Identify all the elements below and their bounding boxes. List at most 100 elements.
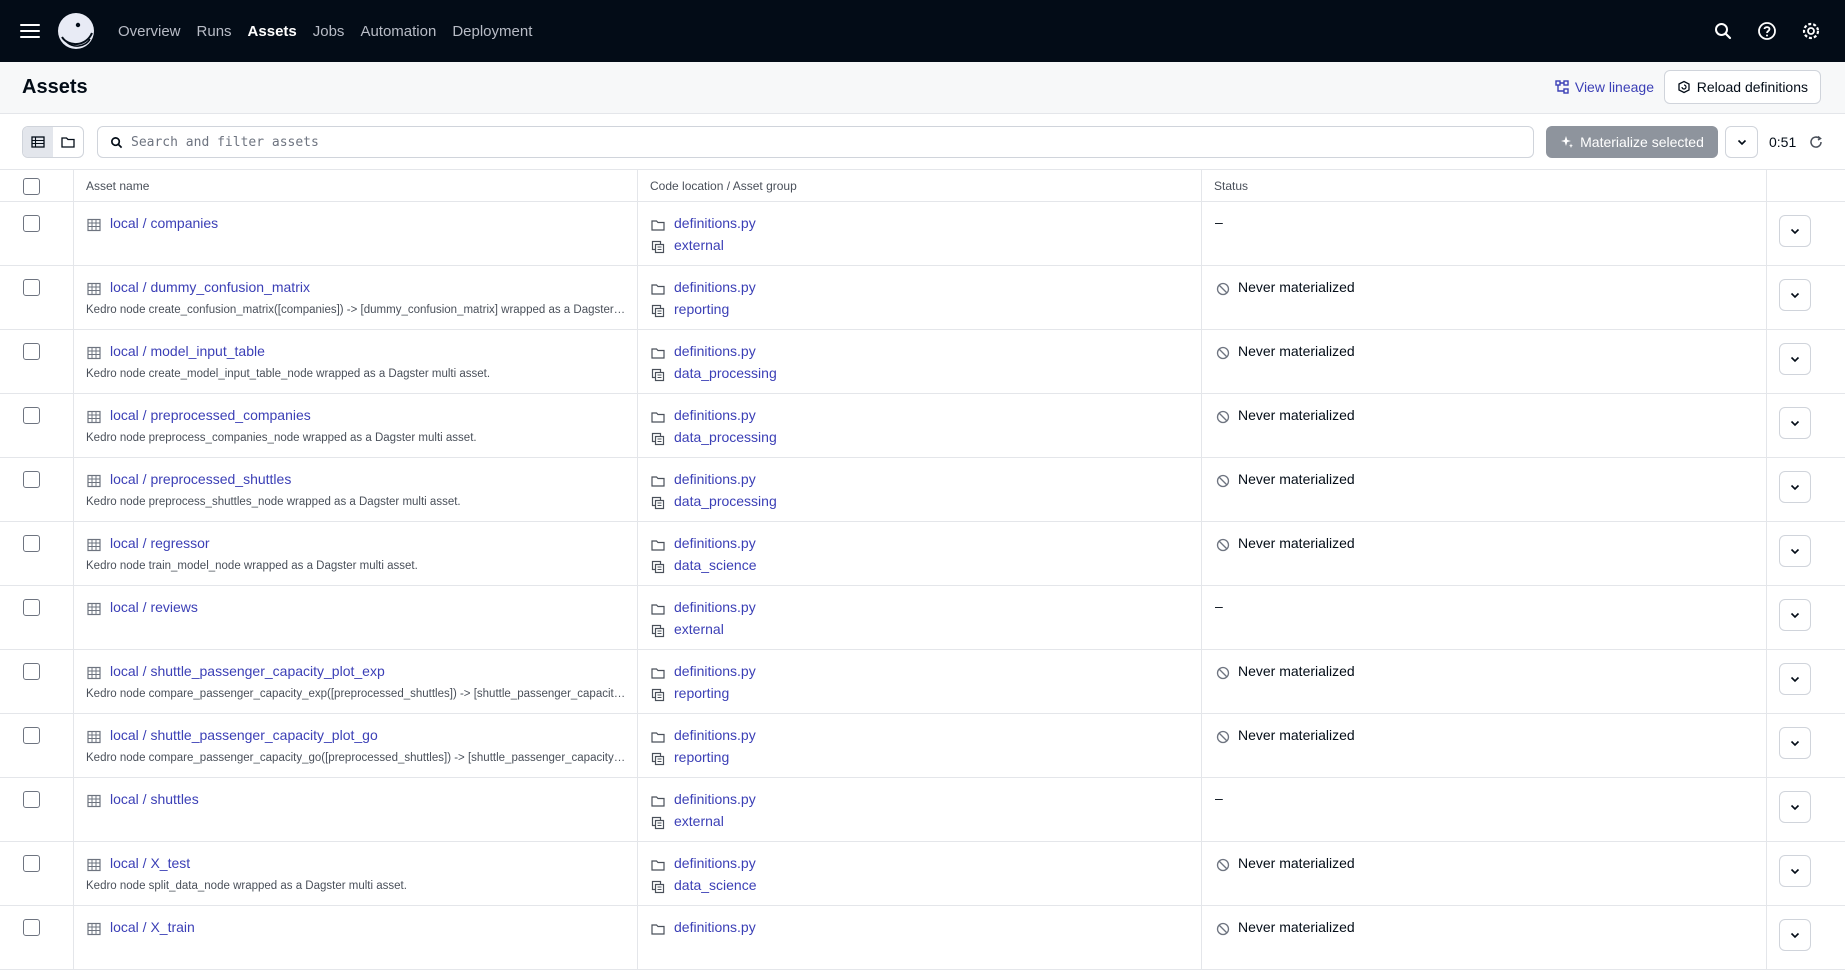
asset-name-link[interactable]: local / reviews (110, 599, 198, 615)
refresh-icon[interactable] (1808, 134, 1824, 150)
asset-group-link[interactable]: reporting (674, 685, 729, 701)
row-checkbox[interactable] (23, 727, 40, 744)
status-empty: – (1215, 598, 1223, 614)
asset-name-link[interactable]: local / model_input_table (110, 343, 265, 359)
code-location-link[interactable]: definitions.py (674, 279, 756, 295)
nav-link-automation[interactable]: Automation (360, 23, 436, 40)
chevron-down-icon (1790, 740, 1800, 747)
asset-group-icon (651, 816, 665, 830)
nav-link-deployment[interactable]: Deployment (452, 23, 532, 40)
row-checkbox[interactable] (23, 663, 40, 680)
code-location-link[interactable]: definitions.py (674, 599, 756, 615)
asset-name-link[interactable]: local / shuttle_passenger_capacity_plot_… (110, 727, 378, 743)
row-checkbox[interactable] (23, 599, 40, 616)
chevron-down-icon (1790, 804, 1800, 811)
asset-name-link[interactable]: local / X_test (110, 855, 190, 871)
asset-name-link[interactable]: local / shuttles (110, 791, 199, 807)
asset-group-link[interactable]: reporting (674, 301, 729, 317)
view-lineage-link[interactable]: View lineage (1555, 79, 1654, 95)
row-checkbox[interactable] (23, 535, 40, 552)
search-icon[interactable] (1705, 13, 1741, 49)
asset-name-link[interactable]: local / X_train (110, 919, 195, 935)
row-actions-button[interactable] (1779, 407, 1811, 439)
code-location-link[interactable]: definitions.py (674, 343, 756, 359)
search-input[interactable] (131, 134, 1511, 150)
select-all-checkbox[interactable] (23, 178, 40, 195)
table-header: Asset name Code location / Asset group S… (0, 170, 1845, 202)
search-box[interactable] (97, 126, 1534, 158)
asset-name-link[interactable]: local / regressor (110, 535, 210, 551)
row-checkbox[interactable] (23, 407, 40, 424)
row-checkbox[interactable] (23, 919, 40, 936)
row-actions-button[interactable] (1779, 663, 1811, 695)
asset-group-link[interactable]: external (674, 813, 724, 829)
code-location-link[interactable]: definitions.py (674, 727, 756, 743)
folder-view-icon[interactable] (53, 127, 83, 157)
help-icon[interactable] (1749, 13, 1785, 49)
code-location-link[interactable]: definitions.py (674, 663, 756, 679)
row-checkbox[interactable] (23, 471, 40, 488)
folder-icon (651, 346, 665, 360)
menu-icon[interactable] (20, 20, 42, 42)
code-location-link[interactable]: definitions.py (674, 791, 756, 807)
nav-link-assets[interactable]: Assets (248, 23, 297, 40)
nav-link-runs[interactable]: Runs (197, 23, 232, 40)
chevron-down-icon (1790, 932, 1800, 939)
column-header-location[interactable]: Code location / Asset group (650, 179, 797, 193)
reload-definitions-button[interactable]: Reload definitions (1663, 70, 1821, 104)
asset-name-link[interactable]: local / preprocessed_companies (110, 407, 311, 423)
code-location-link[interactable]: definitions.py (674, 215, 756, 231)
row-actions-button[interactable] (1779, 343, 1811, 375)
row-actions-button[interactable] (1779, 471, 1811, 503)
asset-description: Kedro node compare_passenger_capacity_ex… (86, 688, 626, 700)
table-row: local / X_train definitions.py Never mater… (0, 906, 1845, 970)
settings-gear-icon[interactable] (1793, 13, 1829, 49)
code-location-link[interactable]: definitions.py (674, 919, 756, 935)
asset-group-icon (651, 368, 665, 382)
row-actions-button[interactable] (1779, 727, 1811, 759)
table-row: local / dummy_confusion_matrix Kedro node… (0, 266, 1845, 330)
row-actions-button[interactable] (1779, 791, 1811, 823)
refresh-timer: 0:51 (1769, 134, 1797, 150)
list-view-icon[interactable] (23, 127, 53, 157)
asset-group-link[interactable]: reporting (674, 749, 729, 765)
row-actions-button[interactable] (1779, 215, 1811, 247)
row-checkbox[interactable] (23, 855, 40, 872)
row-checkbox[interactable] (23, 343, 40, 360)
row-actions-button[interactable] (1779, 279, 1811, 311)
code-location-link[interactable]: definitions.py (674, 407, 756, 423)
row-checkbox[interactable] (23, 279, 40, 296)
code-location-link[interactable]: definitions.py (674, 535, 756, 551)
materialize-selected-button[interactable]: Materialize selected (1546, 126, 1718, 158)
asset-name-link[interactable]: local / preprocessed_shuttles (110, 471, 291, 487)
asset-group-link[interactable]: data_science (674, 557, 757, 573)
row-checkbox[interactable] (23, 791, 40, 808)
column-header-asset-name[interactable]: Asset name (86, 179, 149, 193)
table-row: local / shuttle_passenger_capacity_plot_… (0, 714, 1845, 778)
column-header-status[interactable]: Status (1214, 179, 1248, 193)
code-location-link[interactable]: definitions.py (674, 855, 756, 871)
asset-group-link[interactable]: data_processing (674, 365, 777, 381)
row-checkbox[interactable] (23, 215, 40, 232)
lineage-icon (1555, 80, 1569, 94)
code-location-link[interactable]: definitions.py (674, 471, 756, 487)
row-actions-button[interactable] (1779, 535, 1811, 567)
asset-group-link[interactable]: data_processing (674, 493, 777, 509)
view-toggle (22, 126, 84, 158)
asset-group-link[interactable]: data_processing (674, 429, 777, 445)
row-actions-button[interactable] (1779, 599, 1811, 631)
row-actions-button[interactable] (1779, 919, 1811, 951)
asset-name-link[interactable]: local / dummy_confusion_matrix (110, 279, 310, 295)
asset-group-icon (651, 240, 665, 254)
row-actions-button[interactable] (1779, 855, 1811, 887)
asset-group-icon (651, 432, 665, 446)
nav-link-jobs[interactable]: Jobs (313, 23, 345, 40)
asset-name-link[interactable]: local / companies (110, 215, 218, 231)
materialize-options-button[interactable] (1725, 126, 1758, 158)
asset-group-link[interactable]: external (674, 621, 724, 637)
dagster-logo[interactable] (56, 11, 96, 51)
asset-group-link[interactable]: external (674, 237, 724, 253)
asset-group-link[interactable]: data_science (674, 877, 757, 893)
nav-link-overview[interactable]: Overview (118, 23, 181, 40)
asset-name-link[interactable]: local / shuttle_passenger_capacity_plot_… (110, 663, 385, 679)
